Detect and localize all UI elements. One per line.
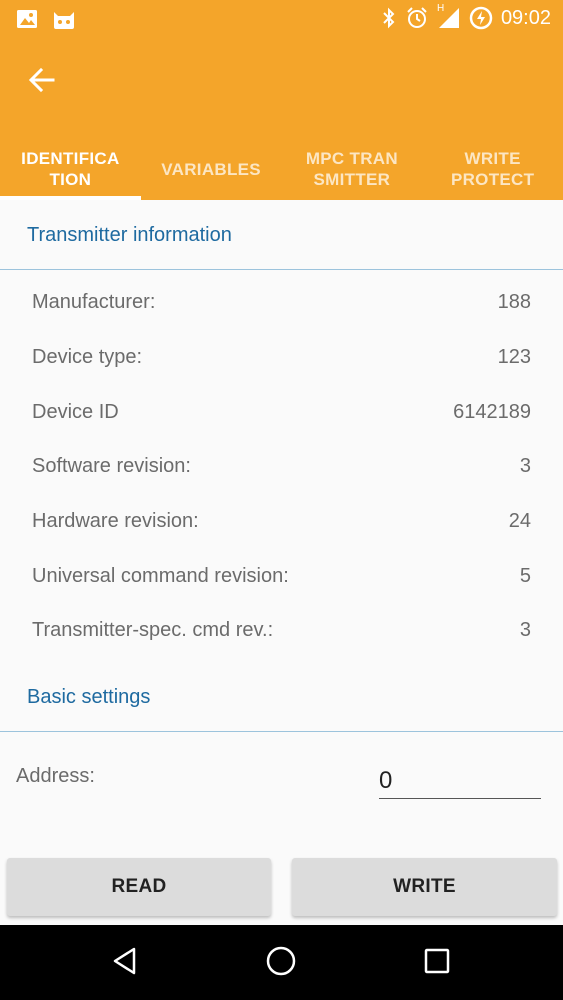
- row-value: 24: [508, 509, 531, 532]
- app-bar: IDENTIFICA TION VARIABLES MPC TRAN SMITT…: [0, 38, 563, 200]
- row-label: Software revision:: [32, 454, 191, 477]
- transmitter-section-title: Transmitter information: [27, 224, 232, 246]
- arrow-left-icon: [28, 66, 56, 99]
- tab-write-protect[interactable]: WRITE PROTECT: [422, 138, 563, 200]
- read-button[interactable]: READ: [7, 858, 271, 916]
- back-button[interactable]: [22, 62, 62, 102]
- info-row-universal-command-revision: Universal command revision: 5: [32, 561, 531, 591]
- status-bar: H 09:02: [0, 0, 563, 38]
- network-type-label: H: [436, 3, 445, 14]
- recents-square-icon: [423, 947, 451, 980]
- bluetooth-icon: [381, 7, 397, 29]
- info-row-device-type: Device type: 123: [32, 342, 531, 372]
- nav-home-button[interactable]: [261, 943, 301, 983]
- basic-settings-title: Basic settings: [27, 686, 151, 708]
- row-value: 3: [519, 454, 531, 477]
- row-value: 6142189: [453, 400, 531, 423]
- row-value: 3: [519, 618, 531, 641]
- info-row-device-id: Device ID 6142189: [32, 397, 531, 427]
- row-label: Universal command revision:: [32, 564, 289, 587]
- tab-label: MPC TRAN SMITTER: [305, 149, 398, 189]
- navigation-bar: [0, 925, 563, 1000]
- address-label: Address:: [16, 765, 95, 787]
- row-label: Device type:: [32, 345, 143, 368]
- tab-label: VARIABLES: [161, 159, 261, 179]
- tab-identification[interactable]: IDENTIFICA TION: [0, 138, 141, 200]
- row-value: 5: [519, 564, 531, 587]
- back-triangle-icon: [110, 946, 140, 981]
- tab-bar: IDENTIFICA TION VARIABLES MPC TRAN SMITT…: [0, 138, 563, 200]
- section-divider: [0, 269, 563, 270]
- clock-time: 09:02: [500, 6, 551, 29]
- home-circle-icon: [265, 945, 297, 982]
- tab-mpc-transmitter[interactable]: MPC TRAN SMITTER: [282, 138, 423, 200]
- row-value: 188: [497, 290, 531, 313]
- cat-icon: [52, 8, 76, 30]
- section-divider: [0, 731, 563, 732]
- row-value: 123: [497, 345, 531, 368]
- row-label: Manufacturer:: [32, 290, 156, 313]
- row-label: Device ID: [32, 400, 119, 423]
- nav-recents-button[interactable]: [417, 943, 457, 983]
- address-input[interactable]: [379, 757, 541, 799]
- info-row-transmitter-spec-cmd-rev: Transmitter-spec. cmd rev.: 3: [32, 615, 531, 645]
- row-label: Transmitter-spec. cmd rev.:: [32, 618, 274, 641]
- signal-icon: H: [437, 3, 461, 29]
- nav-back-button[interactable]: [105, 943, 145, 983]
- battery-charging-icon: [469, 6, 493, 30]
- info-row-manufacturer: Manufacturer: 188: [32, 287, 531, 317]
- main-content: Transmitter information Manufacturer: 18…: [0, 200, 563, 925]
- info-row-hardware-revision: Hardware revision: 24: [32, 506, 531, 536]
- write-button[interactable]: WRITE: [292, 858, 557, 916]
- image-icon: [16, 8, 38, 30]
- tab-label: IDENTIFICA TION: [21, 149, 120, 189]
- tab-variables[interactable]: VARIABLES: [141, 138, 282, 200]
- info-row-software-revision: Software revision: 3: [32, 451, 531, 481]
- alarm-icon: [405, 6, 429, 30]
- tab-label: WRITE PROTECT: [450, 149, 535, 189]
- row-label: Hardware revision:: [32, 509, 199, 532]
